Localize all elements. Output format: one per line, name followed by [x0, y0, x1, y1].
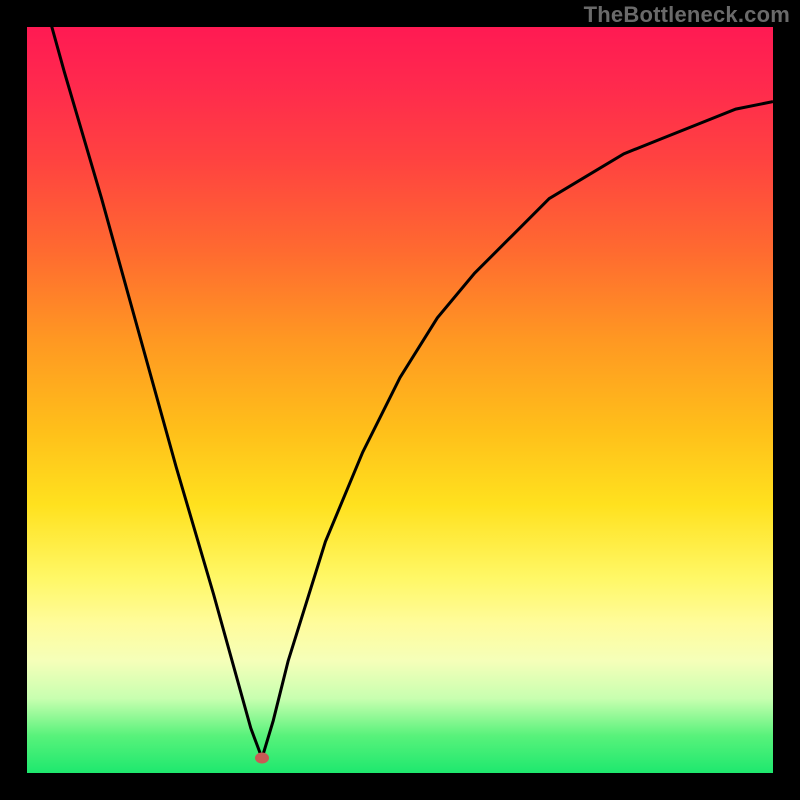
optimum-marker-icon [255, 753, 269, 764]
chart-frame: TheBottleneck.com [0, 0, 800, 800]
plot-area [27, 27, 773, 773]
bottleneck-curve [27, 27, 773, 773]
curve-line [27, 27, 773, 758]
watermark-text: TheBottleneck.com [584, 2, 790, 28]
